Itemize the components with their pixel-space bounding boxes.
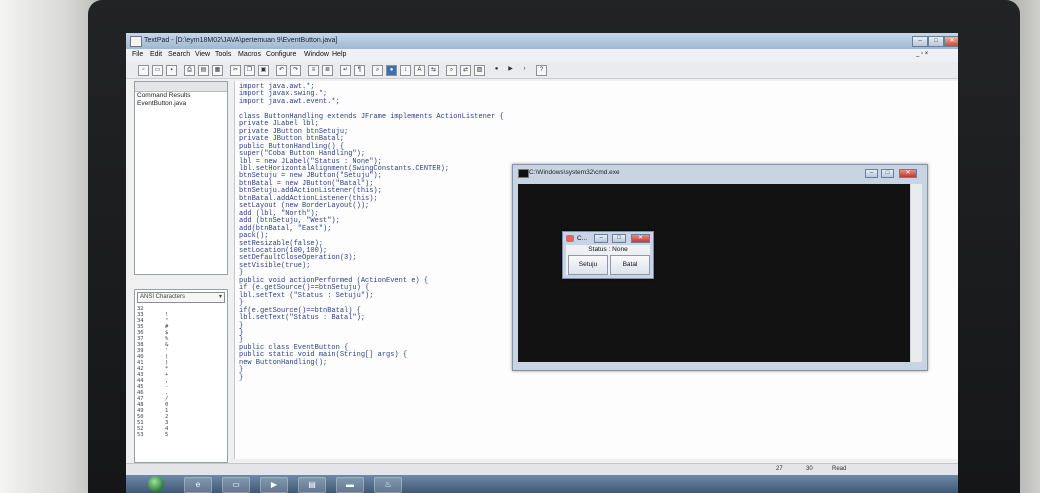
document-item-eventbutton[interactable]: EventButton.java: [135, 100, 227, 108]
cmd-scrollbar[interactable]: [911, 184, 922, 362]
help-pointer-icon[interactable]: ?: [536, 65, 547, 76]
java-maximize-button[interactable]: □: [612, 234, 626, 243]
replace-icon[interactable]: ⇄: [460, 65, 471, 76]
java-frame[interactable]: C... – □ ✕ Status : None Setuju Batal: [562, 231, 654, 279]
save-icon[interactable]: ▪: [166, 65, 177, 76]
document-selector-header: [135, 82, 227, 92]
batal-button[interactable]: Batal: [610, 255, 650, 275]
cmd-taskbar-icon[interactable]: ▬: [336, 477, 364, 493]
open-file-icon[interactable]: ▭: [152, 65, 163, 76]
minimize-button[interactable]: –: [912, 36, 928, 47]
menu-edit[interactable]: Edit: [150, 51, 162, 58]
setuju-button[interactable]: Setuju: [568, 255, 608, 275]
ansi-char-code: 53: [137, 432, 144, 438]
find-icon[interactable]: ⌕: [372, 65, 383, 76]
status-mode: Read: [832, 466, 847, 472]
clip-library-panel: ANSI Characters 3233!34"35#36$37%38&39'4…: [134, 289, 228, 463]
next-icon[interactable]: ›: [520, 65, 529, 74]
paste-icon[interactable]: ▣: [258, 65, 269, 76]
sort-icon[interactable]: ↕: [400, 65, 411, 76]
toolbar: ▫ ▭ ▪ ⎙ ▤ ▦ ✂ ❐ ▣ ↶ ↷ ≡ ≣ ↵ ¶ ⌕ ● ↕ A ⇆ …: [126, 62, 958, 79]
menu-file[interactable]: File: [132, 51, 143, 58]
java-frame-content: Status : None Setuju Batal: [566, 245, 650, 275]
web-icon[interactable]: ●: [386, 65, 397, 76]
undo-icon[interactable]: ↶: [276, 65, 287, 76]
sort-az-icon[interactable]: A: [414, 65, 425, 76]
screen: TextPad - [D:\eym18M02\JAVA\pertemuan 9\…: [126, 33, 958, 493]
redo-icon[interactable]: ↷: [290, 65, 301, 76]
menu-view[interactable]: View: [195, 51, 210, 58]
start-button[interactable]: [148, 476, 164, 492]
source-code[interactable]: import java.awt.*; import javax.swing.*;…: [239, 83, 504, 382]
print-preview-icon[interactable]: ▤: [198, 65, 209, 76]
ie-taskbar-icon[interactable]: e: [184, 477, 212, 493]
cmd-icon: [518, 169, 529, 178]
cut-icon[interactable]: ✂: [230, 65, 241, 76]
spell-check-icon[interactable]: ▦: [212, 65, 223, 76]
close-button[interactable]: ✕: [944, 36, 958, 47]
maximize-button[interactable]: □: [928, 36, 944, 47]
clip-library-select[interactable]: ANSI Characters: [137, 292, 225, 303]
window-title: TextPad - [D:\eym18M02\JAVA\pertemuan 9\…: [144, 37, 338, 44]
taskbar: e ▭ ▶ ▤ ▬ ♨: [126, 475, 958, 493]
show-symbols-icon[interactable]: ¶: [354, 65, 365, 76]
play-macro-icon[interactable]: ▶: [506, 65, 515, 74]
cmd-close-button[interactable]: ✕: [899, 169, 917, 178]
folder-taskbar-icon[interactable]: ▭: [222, 477, 250, 493]
status-column: 30: [806, 466, 813, 472]
media-taskbar-icon[interactable]: ▶: [260, 477, 288, 493]
indent-icon[interactable]: ≡: [308, 65, 319, 76]
textpad-app-icon: [130, 36, 142, 47]
textpad-taskbar-icon[interactable]: ▤: [298, 477, 326, 493]
ansi-char-row[interactable]: 53 5: [137, 432, 223, 438]
cmd-maximize-button[interactable]: □: [881, 169, 894, 178]
menu-tools[interactable]: Tools: [215, 51, 231, 58]
doc-window-controls[interactable]: _ ▫ ×: [916, 51, 928, 57]
menu-macros[interactable]: Macros: [238, 51, 261, 58]
new-file-icon[interactable]: ▫: [138, 65, 149, 76]
java-taskbar-icon[interactable]: ♨: [374, 477, 402, 493]
status-line: 27: [776, 466, 783, 472]
search-icon[interactable]: ⌕: [446, 65, 457, 76]
word-wrap-icon[interactable]: ↵: [340, 65, 351, 76]
copy-icon[interactable]: ❐: [244, 65, 255, 76]
cmd-title: C:\Windows\system32\cmd.exe: [529, 169, 620, 176]
print-icon[interactable]: ⎙: [184, 65, 195, 76]
compare-icon[interactable]: ⇆: [428, 65, 439, 76]
outdent-icon[interactable]: ≣: [322, 65, 333, 76]
ansi-character-list: 32 33! 34 " 35 #36 $37% 38 & 39 ' 40(41) 42 * 43 +44, 45…: [137, 306, 223, 438]
menu-help[interactable]: Help: [332, 51, 346, 58]
menu-window[interactable]: Window: [304, 51, 329, 58]
menu-search[interactable]: Search: [168, 51, 190, 58]
menu-bar: File Edit Search View Tools Macros Confi…: [126, 49, 958, 61]
status-label: Status : None: [588, 246, 628, 253]
textpad-titlebar[interactable]: TextPad - [D:\eym18M02\JAVA\pertemuan 9\…: [126, 33, 958, 49]
java-icon: [566, 235, 574, 242]
document-item-command-results[interactable]: Command Results: [135, 92, 227, 100]
record-macro-icon[interactable]: ●: [492, 65, 501, 74]
java-minimize-button[interactable]: –: [594, 234, 608, 243]
find-in-files-icon[interactable]: ▧: [474, 65, 485, 76]
document-selector: Command Results EventButton.java: [134, 81, 228, 275]
cmd-minimize-button[interactable]: –: [865, 169, 878, 178]
menu-configure[interactable]: Configure: [266, 51, 296, 58]
java-frame-title: C...: [577, 235, 588, 242]
java-close-button[interactable]: ✕: [631, 234, 650, 243]
ansi-char-glyph: 5: [165, 432, 169, 438]
